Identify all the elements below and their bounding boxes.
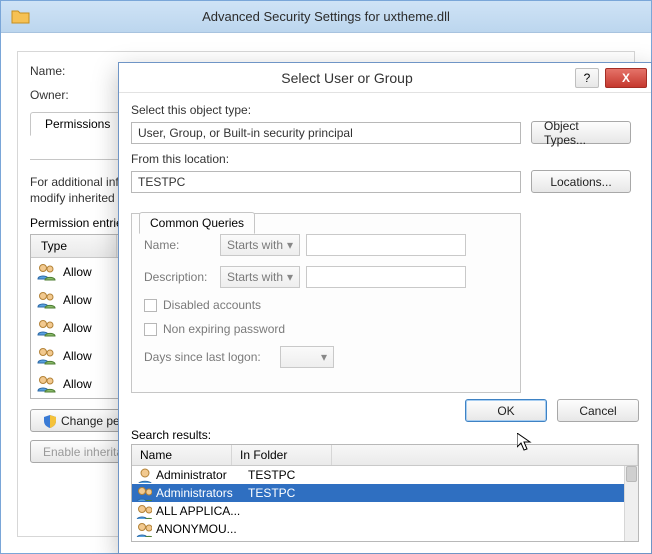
principal-icon bbox=[136, 503, 152, 519]
result-folder: TESTPC bbox=[248, 486, 295, 500]
list-item[interactable]: ALL APPLICA... bbox=[132, 502, 624, 520]
col-type[interactable]: Type bbox=[31, 235, 117, 257]
close-icon: X bbox=[622, 71, 630, 85]
result-name: Administrators bbox=[156, 486, 244, 500]
list-item[interactable]: Administrators TESTPC bbox=[132, 484, 624, 502]
cq-desc-input[interactable] bbox=[306, 266, 466, 288]
cq-name-combo[interactable]: Starts with▾ bbox=[220, 234, 300, 256]
principal-icon bbox=[136, 521, 152, 537]
tab-permissions[interactable]: Permissions bbox=[30, 112, 125, 136]
users-icon bbox=[37, 374, 57, 394]
users-icon bbox=[37, 318, 57, 338]
principal-icon bbox=[136, 485, 152, 501]
perm-type: Allow bbox=[63, 265, 102, 279]
chevron-down-icon: ▾ bbox=[287, 270, 293, 284]
name-label: Name: bbox=[30, 64, 90, 78]
close-button[interactable]: X bbox=[605, 68, 647, 88]
from-location-input[interactable]: TESTPC bbox=[131, 171, 521, 193]
list-item[interactable]: ANONYMOU... bbox=[132, 520, 624, 538]
perm-type: Allow bbox=[63, 293, 102, 307]
parent-title: Advanced Security Settings for uxtheme.d… bbox=[31, 9, 621, 24]
tab-permissions-label: Permissions bbox=[45, 117, 110, 131]
chevron-down-icon: ▾ bbox=[321, 350, 327, 364]
dialog-titlebar: Select User or Group ? X bbox=[119, 63, 651, 93]
result-name: ALL APPLICA... bbox=[156, 504, 244, 518]
users-icon bbox=[37, 262, 57, 282]
perm-type: Allow bbox=[63, 349, 102, 363]
result-name: Administrator bbox=[156, 468, 244, 482]
cq-desc-combo[interactable]: Starts with▾ bbox=[220, 266, 300, 288]
col-name[interactable]: Name bbox=[132, 445, 232, 465]
cq-name-input[interactable] bbox=[306, 234, 466, 256]
common-queries-panel: Name: Starts with▾ Description: Starts w… bbox=[131, 213, 521, 393]
chevron-down-icon: ▾ bbox=[287, 238, 293, 252]
principal-icon bbox=[136, 467, 152, 483]
disabled-accounts-checkbox[interactable]: Disabled accounts bbox=[144, 298, 261, 312]
perm-type: Allow bbox=[63, 377, 102, 391]
col-in-folder[interactable]: In Folder bbox=[232, 445, 332, 465]
object-types-button[interactable]: Object Types... bbox=[531, 121, 631, 144]
owner-label: Owner: bbox=[30, 88, 90, 102]
select-user-or-group-dialog: Select User or Group ? X Select this obj… bbox=[118, 62, 652, 554]
search-results-list[interactable]: Name In Folder AdministratorTESTPCAdmini… bbox=[131, 444, 639, 542]
from-location-label: From this location: bbox=[131, 152, 639, 166]
users-icon bbox=[37, 290, 57, 310]
tab-common-queries[interactable]: Common Queries bbox=[139, 212, 255, 234]
shield-icon bbox=[43, 414, 57, 428]
dialog-title: Select User or Group bbox=[119, 70, 575, 86]
ok-button[interactable]: OK bbox=[465, 399, 547, 422]
parent-titlebar: Advanced Security Settings for uxtheme.d… bbox=[1, 1, 651, 33]
days-since-combo[interactable]: ▾ bbox=[280, 346, 334, 368]
object-type-label: Select this object type: bbox=[131, 103, 639, 117]
cq-desc-label: Description: bbox=[144, 270, 214, 284]
list-item[interactable]: Administrator TESTPC bbox=[132, 466, 624, 484]
result-folder: TESTPC bbox=[248, 468, 295, 482]
scrollbar-thumb[interactable] bbox=[626, 466, 637, 482]
users-icon bbox=[37, 346, 57, 366]
object-type-input[interactable]: User, Group, or Built-in security princi… bbox=[131, 122, 521, 144]
folder-icon bbox=[11, 7, 31, 27]
cq-name-label: Name: bbox=[144, 238, 214, 252]
locations-button[interactable]: Locations... bbox=[531, 170, 631, 193]
perm-type: Allow bbox=[63, 321, 102, 335]
result-name: ANONYMOU... bbox=[156, 522, 244, 536]
search-results-label: Search results: bbox=[131, 428, 639, 442]
days-since-label: Days since last logon: bbox=[144, 350, 274, 364]
non-expiring-password-checkbox[interactable]: Non expiring password bbox=[144, 322, 285, 336]
scrollbar[interactable] bbox=[624, 466, 638, 541]
help-button[interactable]: ? bbox=[575, 68, 599, 88]
cancel-button[interactable]: Cancel bbox=[557, 399, 639, 422]
